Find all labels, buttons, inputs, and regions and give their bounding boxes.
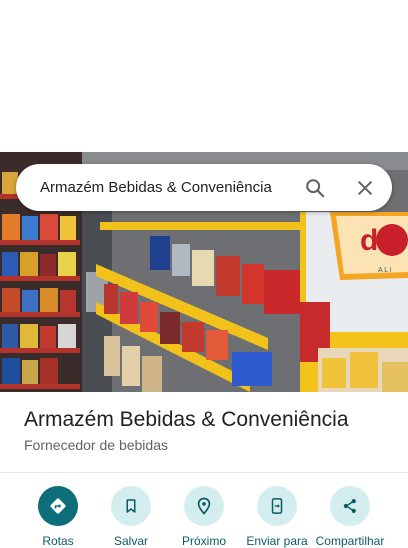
share-label: Compartilhar	[315, 534, 385, 548]
place-title: Armazém Bebidas & Conveniência	[24, 408, 349, 431]
directions-icon[interactable]	[38, 486, 78, 526]
place-category: Fornecedor de bebidas	[24, 437, 168, 453]
action-bar: Rotas Salvar Próximo Enviar para Compart…	[0, 486, 408, 548]
share-button[interactable]: Compartilhar	[310, 486, 390, 548]
search-bar[interactable]: Armazém Bebidas & Conveniência	[16, 164, 392, 211]
divider	[0, 472, 408, 473]
svg-text:A L I: A L I	[378, 267, 392, 274]
search-query[interactable]: Armazém Bebidas & Conveniência	[40, 164, 272, 211]
search-icon[interactable]	[302, 175, 328, 201]
close-icon[interactable]	[352, 175, 378, 201]
svg-text:d: d	[360, 224, 378, 257]
nearby-icon[interactable]	[184, 486, 224, 526]
share-icon[interactable]	[330, 486, 370, 526]
send-to-phone-icon[interactable]	[257, 486, 297, 526]
bookmark-icon[interactable]	[111, 486, 151, 526]
